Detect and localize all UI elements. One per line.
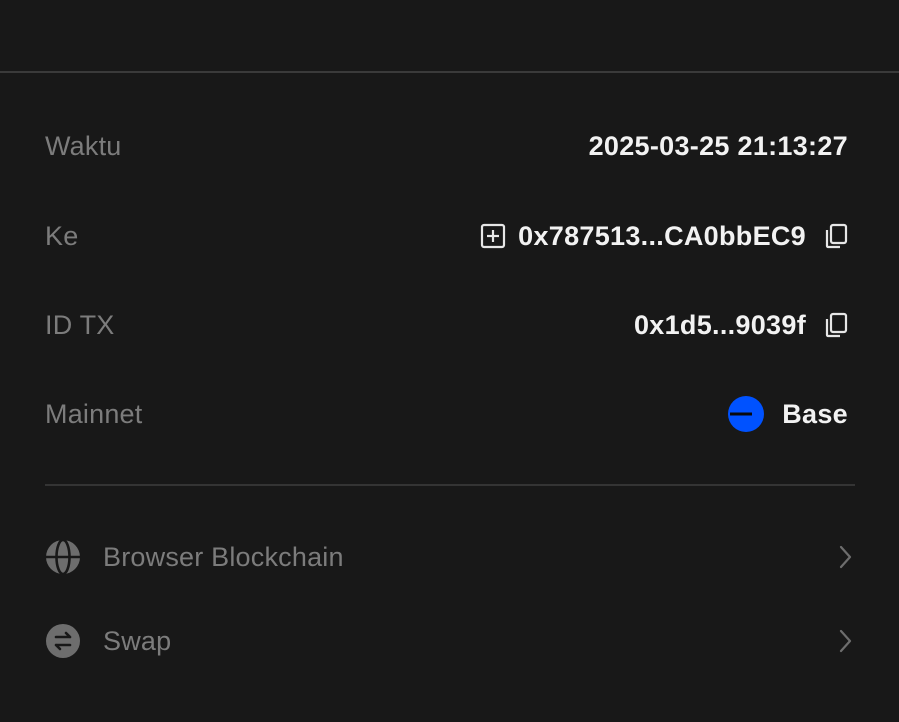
globe-icon (45, 539, 81, 575)
network-value-group: Base (728, 396, 848, 432)
swap-link[interactable]: Swap (45, 619, 855, 663)
time-value: 2025-03-25 21:13:27 (588, 130, 848, 161)
swap-label: Swap (103, 625, 172, 656)
txid-label: ID TX (45, 309, 115, 340)
chevron-right-icon (835, 543, 855, 571)
section-divider (45, 484, 855, 486)
swap-icon (45, 623, 81, 659)
chevron-right-icon (835, 627, 855, 655)
detail-row-to: Ke 0x787513...CA0bbEC9 (45, 216, 848, 256)
txid-value-group: 0x1d5...9039f (634, 310, 848, 341)
txid-value: 0x1d5...9039f (633, 309, 806, 340)
browser-blockchain-link[interactable]: Browser Blockchain (45, 535, 855, 579)
time-label: Waktu (45, 130, 122, 161)
header-divider (0, 71, 899, 73)
header-area (0, 0, 899, 71)
to-value-group: 0x787513...CA0bbEC9 (480, 221, 848, 252)
to-label: Ke (45, 220, 79, 251)
base-network-icon (728, 396, 765, 432)
browser-blockchain-label: Browser Blockchain (103, 541, 344, 572)
to-address: 0x787513...CA0bbEC9 (518, 220, 806, 251)
add-contact-icon[interactable] (480, 223, 506, 249)
network-value: Base (782, 398, 848, 429)
detail-row-network: Mainnet Base (45, 394, 848, 434)
detail-row-time: Waktu 2025-03-25 21:13:27 (45, 126, 848, 166)
copy-icon[interactable] (824, 312, 848, 338)
copy-icon[interactable] (824, 223, 848, 249)
network-label: Mainnet (45, 398, 143, 429)
detail-row-txid: ID TX 0x1d5...9039f (45, 305, 848, 345)
